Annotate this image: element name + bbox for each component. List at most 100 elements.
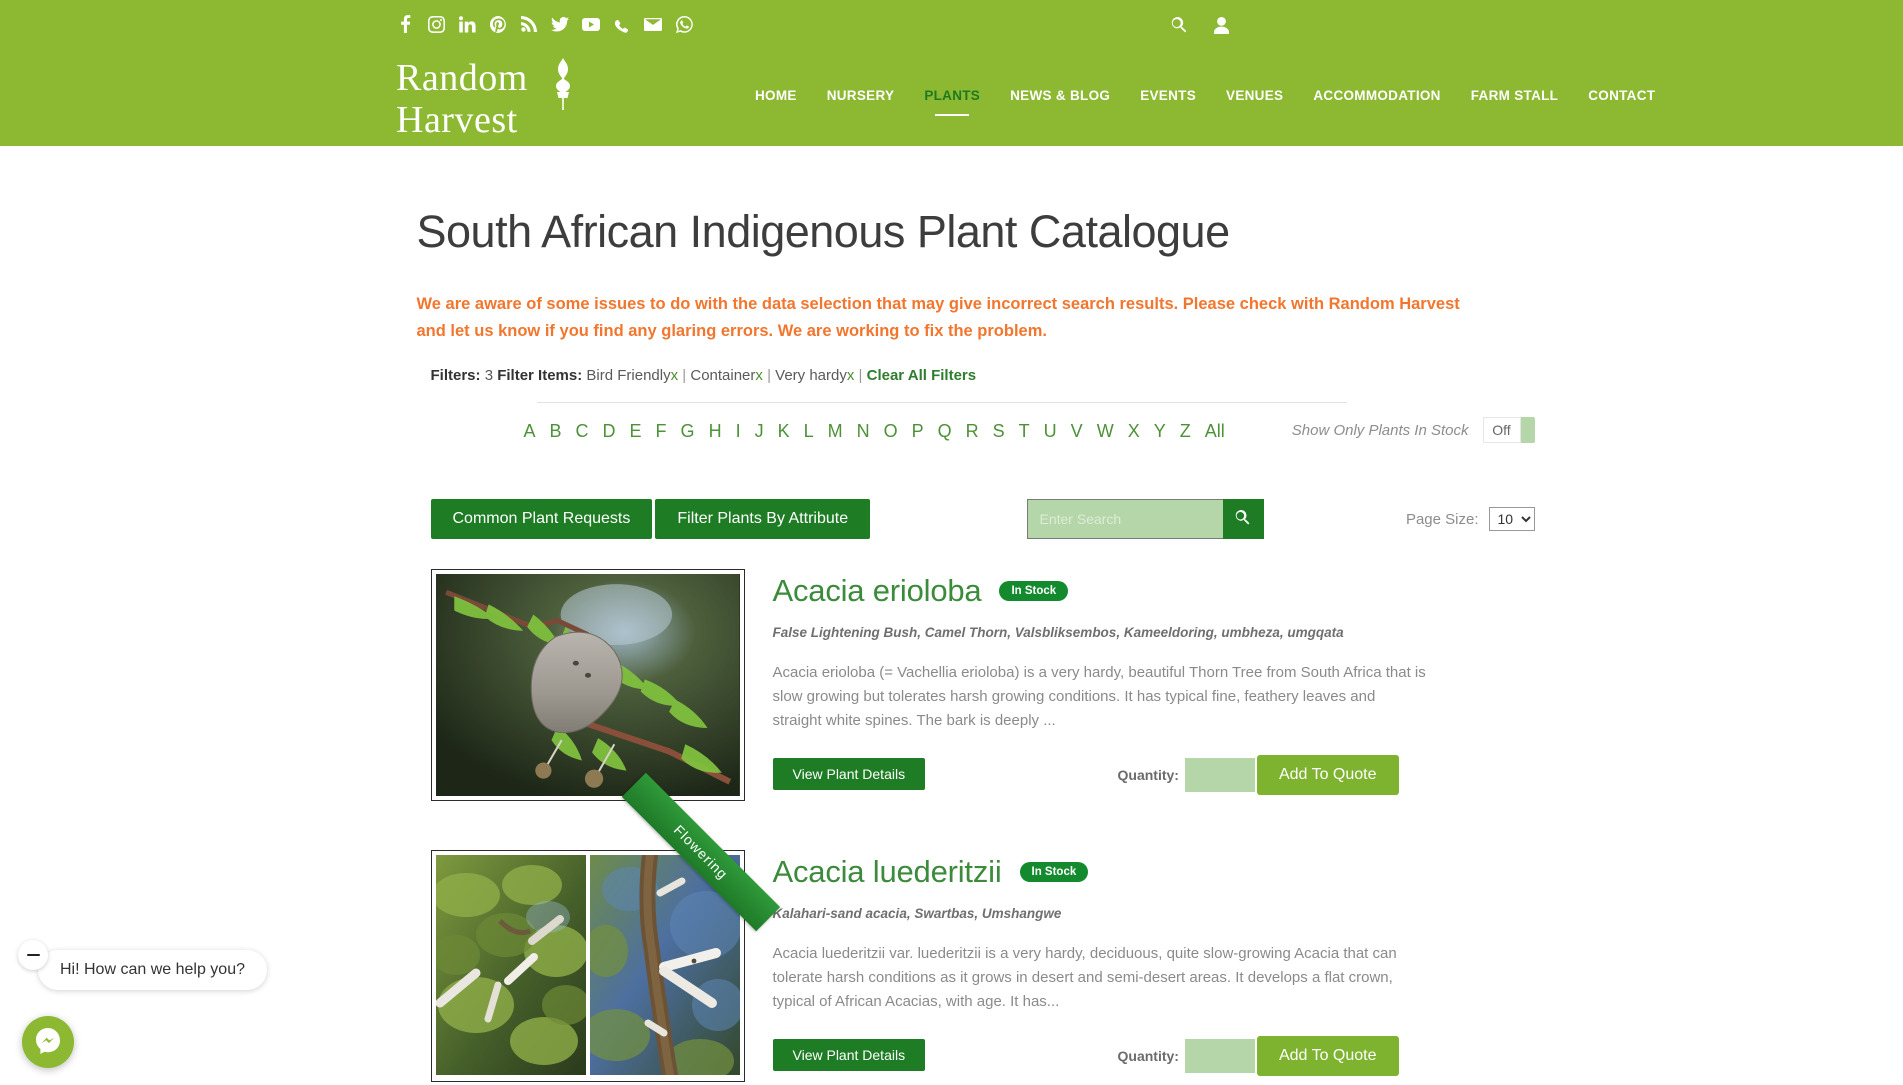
pinterest-icon[interactable]	[489, 13, 507, 35]
filter-plants-by-attribute-button[interactable]: Filter Plants By Attribute	[655, 499, 870, 539]
stock-filter-group: Show Only Plants In Stock Off	[1292, 417, 1535, 443]
stock-toggle-label: Show Only Plants In Stock	[1292, 422, 1469, 439]
rss-icon[interactable]	[520, 13, 538, 35]
alpha-link-n[interactable]: N	[850, 421, 877, 442]
alpha-link-y[interactable]: Y	[1147, 421, 1173, 442]
alpha-link-all[interactable]: All	[1198, 421, 1232, 442]
search-icon[interactable]	[1169, 14, 1189, 36]
alpha-link-k[interactable]: K	[771, 421, 797, 442]
whatsapp-icon[interactable]	[675, 13, 693, 35]
stock-badge: In Stock	[999, 581, 1068, 601]
site-logo[interactable]: Random Harvest	[396, 58, 581, 140]
filter-separator: |	[859, 367, 863, 384]
alpha-link-m[interactable]: M	[821, 421, 850, 442]
alpha-link-a[interactable]: A	[517, 421, 543, 442]
alpha-link-t[interactable]: T	[1012, 421, 1037, 442]
toggle-state-label: Off	[1483, 417, 1521, 443]
alpha-link-l[interactable]: L	[797, 421, 821, 442]
alpha-link-o[interactable]: O	[877, 421, 905, 442]
main-navigation: HOME NURSERY PLANTS NEWS & BLOG EVENTS V…	[740, 88, 1670, 103]
catalogue-controls: Common Plant Requests Filter Plants By A…	[417, 499, 1487, 547]
clear-all-filters-button[interactable]: Clear All Filters	[867, 367, 976, 384]
plant-common-names: False Lightening Bush, Camel Thorn, Vals…	[773, 625, 1487, 640]
alpha-link-v[interactable]: V	[1064, 421, 1090, 442]
linkedin-icon[interactable]	[458, 13, 476, 35]
alpha-link-r[interactable]: R	[959, 421, 986, 442]
messenger-launcher-button[interactable]	[22, 1016, 74, 1068]
plant-action-row: View Plant Details Quantity: Add To Quot…	[773, 1039, 1487, 1085]
alpha-link-c[interactable]: C	[569, 421, 596, 442]
remove-filter-bird-friendly[interactable]: x	[671, 367, 679, 384]
nav-item-nursery[interactable]: NURSERY	[812, 88, 910, 103]
plant-results-list: Acacia erioloba In Stock False Lightenin…	[417, 569, 1487, 1085]
phone-icon[interactable]	[613, 13, 631, 35]
plant-sprig-icon	[548, 54, 578, 114]
search-icon	[1235, 510, 1251, 529]
plant-details: Acacia luederitzii In Stock Kalahari-san…	[773, 850, 1487, 1085]
chat-widget: Hi! How can we help you?	[22, 1016, 74, 1068]
page-size-group: Page Size: 10	[1406, 507, 1535, 531]
alpha-link-s[interactable]: S	[986, 421, 1012, 442]
filters-prefix-label: Filters:	[431, 367, 481, 384]
search-input[interactable]	[1027, 499, 1223, 539]
youtube-icon[interactable]	[582, 13, 600, 35]
add-to-quote-button[interactable]: Add To Quote	[1257, 755, 1399, 795]
quantity-input[interactable]	[1185, 758, 1255, 792]
facebook-icon[interactable]	[396, 13, 414, 35]
alpha-link-p[interactable]: P	[905, 421, 931, 442]
alpha-link-h[interactable]: H	[702, 421, 729, 442]
alpha-link-i[interactable]: I	[729, 421, 748, 442]
alphabet-links: A B C D E F G H I J K L M N O P Q R S T	[517, 421, 1232, 442]
nav-item-home[interactable]: HOME	[740, 88, 812, 103]
show-only-in-stock-toggle[interactable]: Off	[1483, 417, 1535, 443]
view-plant-details-button[interactable]: View Plant Details	[773, 758, 926, 790]
divider	[537, 402, 1347, 403]
nav-item-news-blog[interactable]: NEWS & BLOG	[995, 88, 1125, 103]
nav-item-farm-stall[interactable]: FARM STALL	[1456, 88, 1574, 103]
catalogue-buttons: Common Plant Requests Filter Plants By A…	[431, 499, 1487, 539]
alpha-link-w[interactable]: W	[1090, 421, 1121, 442]
plant-description: Acacia luederitzii var. luederitzii is a…	[773, 942, 1428, 1014]
account-icon[interactable]	[1211, 14, 1231, 36]
plant-image[interactable]: Flowering	[431, 850, 745, 1082]
alpha-link-z[interactable]: Z	[1173, 421, 1198, 442]
nav-item-contact[interactable]: CONTACT	[1573, 88, 1670, 103]
minimize-icon	[27, 954, 40, 957]
plant-common-names: Kalahari-sand acacia, Swartbas, Umshangw…	[773, 906, 1487, 921]
nav-item-events[interactable]: EVENTS	[1125, 88, 1211, 103]
nav-item-plants[interactable]: PLANTS	[909, 88, 995, 103]
quantity-input[interactable]	[1185, 1039, 1255, 1073]
alpha-link-f[interactable]: F	[649, 421, 674, 442]
alpha-link-j[interactable]: J	[748, 421, 771, 442]
chat-minimize-button[interactable]	[18, 940, 48, 970]
alpha-link-x[interactable]: X	[1121, 421, 1147, 442]
common-plant-requests-button[interactable]: Common Plant Requests	[431, 499, 653, 539]
alpha-link-b[interactable]: B	[543, 421, 569, 442]
instagram-icon[interactable]	[427, 13, 445, 35]
alpha-link-g[interactable]: G	[674, 421, 702, 442]
add-to-quote-button[interactable]: Add To Quote	[1257, 1036, 1399, 1076]
page-title: South African Indigenous Plant Catalogue	[417, 146, 1487, 258]
plant-name-link[interactable]: Acacia luederitzii	[773, 854, 1002, 890]
plant-card: Flowering	[431, 850, 1487, 1085]
alpha-link-e[interactable]: E	[623, 421, 649, 442]
remove-filter-very-hardy[interactable]: x	[847, 367, 855, 384]
twitter-icon[interactable]	[551, 13, 569, 35]
nav-item-venues[interactable]: VENUES	[1211, 88, 1298, 103]
header-utility-icons	[1169, 14, 1231, 36]
alpha-link-u[interactable]: U	[1037, 421, 1064, 442]
email-icon[interactable]	[644, 13, 662, 35]
social-links	[396, 13, 693, 35]
plant-name-link[interactable]: Acacia erioloba	[773, 573, 982, 609]
alpha-link-q[interactable]: Q	[931, 421, 959, 442]
alpha-link-d[interactable]: D	[596, 421, 623, 442]
chat-greeting-message: Hi! How can we help you?	[38, 950, 267, 990]
remove-filter-container[interactable]: x	[755, 367, 763, 384]
plant-image[interactable]	[431, 569, 745, 801]
filter-chip-very-hardy: Very hardy	[775, 367, 847, 384]
plant-photo-acacia-erioloba	[436, 574, 740, 796]
view-plant-details-button[interactable]: View Plant Details	[773, 1039, 926, 1071]
nav-item-accommodation[interactable]: ACCOMMODATION	[1298, 88, 1455, 103]
page-size-select[interactable]: 10	[1489, 507, 1535, 531]
search-submit-button[interactable]	[1223, 499, 1264, 539]
